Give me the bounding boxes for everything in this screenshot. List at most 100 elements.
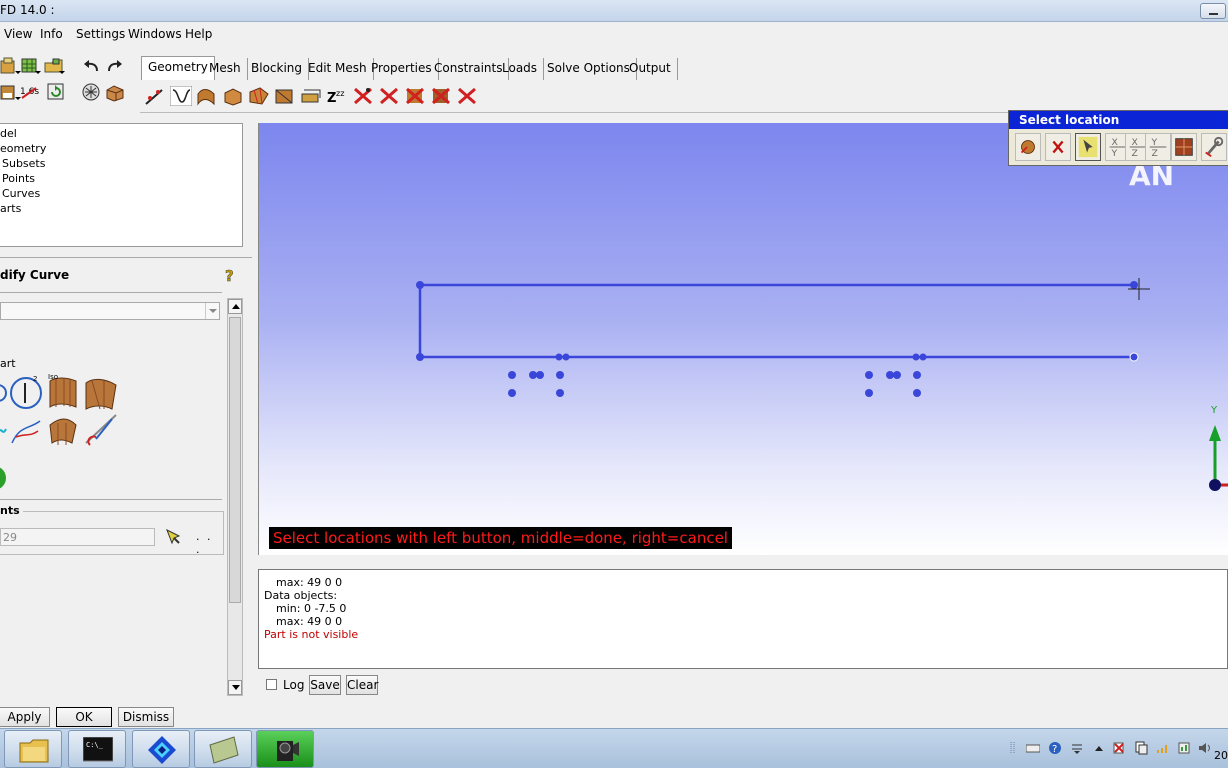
- console-line: Data objects:: [264, 589, 338, 602]
- segment-curve-icon[interactable]: [0, 428, 7, 433]
- scroll-thumb[interactable]: [229, 317, 241, 603]
- tab-loads[interactable]: Loads: [496, 58, 545, 80]
- geometry-points[interactable]: [416, 281, 1139, 397]
- taskbar-icem[interactable]: [194, 730, 252, 768]
- geometry-transform-icon[interactable]: [300, 86, 322, 106]
- scroll-down-button[interactable]: [228, 680, 242, 695]
- keyboard-icon[interactable]: [1026, 741, 1040, 755]
- fit-window-icon[interactable]: [80, 82, 102, 102]
- flag-warning-icon[interactable]: [1112, 741, 1126, 755]
- menu-info[interactable]: Info: [40, 27, 63, 41]
- graphics-viewport[interactable]: AN Y Select locations with left button, …: [258, 123, 1228, 555]
- delete-curve-icon[interactable]: [378, 86, 400, 106]
- create-point-icon[interactable]: [144, 86, 166, 106]
- tab-mesh[interactable]: Mesh: [203, 58, 248, 80]
- curve-from-surface-icon[interactable]: [85, 378, 117, 410]
- solid-view-icon[interactable]: [104, 82, 126, 102]
- create-body-icon[interactable]: [222, 86, 244, 106]
- geometry-canvas[interactable]: [259, 123, 1228, 555]
- menu-view[interactable]: View: [4, 27, 32, 41]
- select-cursor-icon[interactable]: [165, 528, 183, 546]
- dismiss-button[interactable]: Dismiss: [118, 707, 174, 727]
- delete-surface-icon[interactable]: [404, 86, 426, 106]
- repair-geometry-icon[interactable]: [274, 86, 296, 106]
- taskbar-explorer[interactable]: [4, 730, 62, 768]
- select-location-cursor-icon[interactable]: [1075, 133, 1101, 161]
- surface-curve-icon[interactable]: Iso: [48, 373, 77, 408]
- svg-text:X: X: [1132, 137, 1139, 148]
- points-input[interactable]: 29: [0, 528, 155, 546]
- restore-dormant-icon[interactable]: Zzz: [326, 86, 348, 106]
- taskbar-cmd[interactable]: C:\_: [68, 730, 126, 768]
- tree-subsets[interactable]: Subsets: [2, 157, 45, 170]
- options-tray-icon[interactable]: [1070, 741, 1084, 755]
- part-dropdown[interactable]: [0, 302, 220, 320]
- clear-button[interactable]: Clear: [346, 675, 378, 695]
- select-location-yz-icon[interactable]: YZ: [1145, 133, 1171, 161]
- volume-icon[interactable]: [1198, 741, 1212, 755]
- taskbar-recorder[interactable]: [256, 730, 314, 768]
- console-warning: Part is not visible: [264, 628, 359, 641]
- redo-icon[interactable]: [104, 56, 126, 76]
- faceted-icon[interactable]: [248, 86, 270, 106]
- open-geometry-icon[interactable]: [44, 56, 66, 76]
- panel-title: dify Curve: [0, 268, 70, 282]
- menu-settings[interactable]: Settings: [76, 27, 125, 41]
- delete-point-icon[interactable]: [352, 86, 374, 106]
- scroll-up-button[interactable]: [228, 299, 242, 314]
- delete-any-entity-icon[interactable]: [456, 86, 478, 106]
- tree-curves[interactable]: Curves: [2, 187, 40, 200]
- help-tray-icon[interactable]: ?: [1048, 741, 1062, 755]
- menu-help[interactable]: Help: [185, 27, 212, 41]
- help-icon[interactable]: ?: [225, 267, 237, 283]
- console-line: max: 49 0 0: [276, 576, 343, 589]
- tree-parts[interactable]: arts: [0, 202, 21, 215]
- svg-text:Iso: Iso: [48, 373, 58, 381]
- menu-windows[interactable]: Windows: [128, 27, 182, 41]
- copy-tray-icon[interactable]: [1134, 741, 1148, 755]
- log-label: Log: [283, 678, 305, 692]
- reverse-surface-icon[interactable]: [49, 418, 77, 445]
- split-curve-icon[interactable]: [0, 384, 7, 402]
- svg-text:Y: Y: [1151, 137, 1158, 148]
- extend-curve-icon[interactable]: 2: [10, 375, 42, 409]
- cut-curve-icon[interactable]: [85, 414, 117, 446]
- select-location-screen-icon[interactable]: [1171, 133, 1197, 161]
- select-location-tools-icon[interactable]: [1201, 133, 1227, 161]
- select-location-cancel-icon[interactable]: [1045, 133, 1071, 161]
- more-button[interactable]: . . .: [196, 530, 223, 556]
- create-curve-icon[interactable]: [170, 86, 192, 106]
- delete-body-icon[interactable]: [430, 86, 452, 106]
- undo-icon[interactable]: [80, 56, 102, 76]
- ok-button[interactable]: OK: [56, 707, 112, 727]
- chevron-up-icon[interactable]: [1092, 741, 1106, 755]
- taskbar-ansys[interactable]: [132, 730, 190, 768]
- part-label: art: [0, 357, 16, 370]
- network-icon[interactable]: [1156, 741, 1170, 755]
- tab-output[interactable]: Output: [623, 58, 678, 80]
- geometry-curve-outline[interactable]: [418, 283, 1134, 359]
- menu-bar: View Info Settings Windows Help: [0, 24, 1228, 44]
- save-button[interactable]: Save: [309, 675, 341, 695]
- refresh-icon[interactable]: [46, 82, 68, 102]
- svg-text:Z: Z: [1132, 148, 1138, 159]
- apply-button[interactable]: Apply: [0, 707, 50, 727]
- tree-model[interactable]: del: [0, 127, 17, 140]
- tab-blocking[interactable]: Blocking: [245, 58, 310, 80]
- panel-scrollbar[interactable]: [227, 298, 243, 696]
- ugs-icon[interactable]: 1.6s: [20, 82, 42, 102]
- create-surface-icon[interactable]: [196, 86, 218, 106]
- tree-geometry[interactable]: eometry: [0, 142, 46, 155]
- battery-icon[interactable]: [1178, 741, 1192, 755]
- save-project-icon[interactable]: [0, 82, 22, 102]
- open-mesh-icon[interactable]: [20, 56, 42, 76]
- chevron-down-icon[interactable]: [205, 303, 219, 319]
- minimize-button[interactable]: [1200, 3, 1226, 19]
- tree-points[interactable]: Points: [2, 172, 35, 185]
- tab-edit-mesh[interactable]: Edit Mesh: [302, 58, 374, 80]
- connect-curve-icon[interactable]: [11, 420, 41, 444]
- axis-y-label: Y: [1211, 405, 1218, 416]
- select-location-pick-icon[interactable]: [1015, 133, 1041, 161]
- open-project-icon[interactable]: [0, 56, 22, 76]
- log-checkbox[interactable]: [266, 679, 277, 690]
